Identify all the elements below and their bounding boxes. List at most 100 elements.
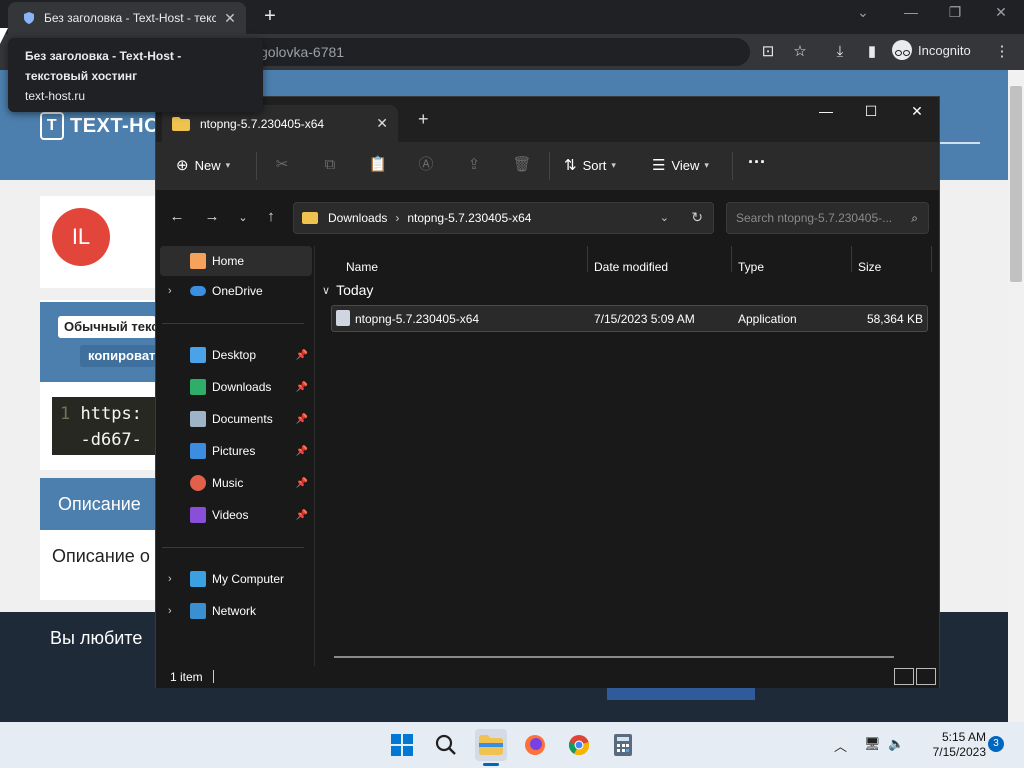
system-clock[interactable]: 5:15 AM 7/15/2023 — [916, 730, 986, 760]
sidebar-item-pictures[interactable]: Pictures 📌 — [156, 436, 312, 466]
maximize-button[interactable]: ☐ — [856, 103, 886, 120]
share-icon[interactable]: ⇪ — [463, 154, 485, 176]
large-icons-view-icon[interactable] — [916, 668, 936, 685]
volume-icon[interactable]: 🔈 — [888, 736, 904, 752]
close-button[interactable]: ✕ — [902, 103, 932, 120]
column-separator[interactable] — [587, 246, 588, 272]
recent-locations-icon[interactable]: ⌄ — [232, 211, 254, 224]
plain-text-badge[interactable]: Обычный текст — [58, 316, 156, 338]
breadcrumb-downloads[interactable]: Downloads — [328, 211, 387, 225]
copy-button[interactable]: копировать — [80, 345, 156, 367]
incognito-indicator[interactable]: Incognito — [892, 40, 971, 60]
minimize-button[interactable]: — — [811, 103, 841, 119]
chrome-taskbar-button[interactable] — [563, 729, 595, 761]
sidebar-item-home[interactable]: Home — [160, 246, 312, 276]
calculator-taskbar-button[interactable] — [607, 729, 639, 761]
back-arrow-icon[interactable]: ← — [166, 208, 188, 225]
sidebar-item-documents[interactable]: Documents 📌 — [156, 404, 312, 434]
pane-splitter[interactable] — [314, 246, 315, 666]
restore-button[interactable]: ❐ — [940, 4, 970, 21]
sidebar-item-network[interactable]: › Network — [156, 596, 312, 626]
view-button[interactable]: ☰ View ▾ — [652, 156, 709, 174]
column-header-type[interactable]: Type — [738, 260, 764, 274]
minimize-button[interactable]: — — [896, 4, 926, 20]
star-icon[interactable]: ☆ — [790, 42, 810, 62]
close-tab-icon[interactable]: ✕ — [222, 10, 238, 27]
footer-button[interactable] — [607, 686, 755, 700]
search-input[interactable]: Search ntopng-5.7.230405-... ⌕ — [726, 202, 929, 234]
sidebar-item-music[interactable]: Music 📌 — [156, 468, 312, 498]
file-explorer-taskbar-button[interactable] — [475, 729, 507, 761]
column-header-date[interactable]: Date modified — [594, 260, 668, 274]
table-row[interactable]: ntopng-5.7.230405-x64 7/15/2023 5:09 AM … — [331, 305, 928, 332]
sidebar-item-label: OneDrive — [212, 284, 263, 298]
folder-icon — [479, 735, 503, 755]
sidebar-item-downloads[interactable]: Downloads 📌 — [156, 372, 312, 402]
paste-icon[interactable]: 📋 — [367, 154, 389, 176]
shield-icon — [24, 12, 34, 24]
more-options-button[interactable]: ··· — [748, 152, 766, 173]
column-separator[interactable] — [851, 246, 852, 272]
chevron-down-icon[interactable]: ⌄ — [660, 211, 669, 224]
horizontal-scrollbar[interactable] — [334, 656, 894, 658]
column-separator[interactable] — [731, 246, 732, 272]
chevron-right-icon[interactable]: › — [168, 573, 172, 585]
translate-icon[interactable]: ⊡ — [758, 42, 778, 62]
status-bar: 1 item — [156, 666, 939, 688]
notification-badge[interactable]: 3 — [988, 736, 1004, 752]
new-tab-button[interactable]: + — [258, 5, 282, 28]
code-block: 1 https: -d667- — [52, 397, 156, 455]
sort-button[interactable]: ⇅ Sort ▾ — [564, 156, 616, 174]
sidebar-divider — [162, 547, 304, 548]
avatar[interactable]: IL — [52, 208, 110, 266]
plus-circle-icon: ⊕ — [176, 157, 189, 174]
address-bar[interactable]: Downloads › ntopng-5.7.230405-x64 ⌄ ↻ — [293, 202, 714, 234]
chevron-right-icon[interactable]: › — [168, 285, 172, 297]
file-name: ntopng-5.7.230405-x64 — [355, 312, 480, 326]
network-status-icon[interactable]: 🖥 — [864, 736, 881, 752]
home-icon — [190, 253, 206, 269]
group-header-today[interactable]: ∨ Today — [322, 282, 373, 298]
search-button[interactable] — [430, 729, 462, 761]
page-scrollbar-thumb[interactable] — [1010, 86, 1022, 282]
breadcrumb-current[interactable]: ntopng-5.7.230405-x64 — [407, 211, 531, 225]
column-separator[interactable] — [931, 246, 932, 272]
sidebar-item-onedrive[interactable]: › OneDrive — [156, 276, 312, 306]
copy-icon[interactable]: ⧉ — [319, 154, 341, 176]
column-header-name[interactable]: Name — [346, 260, 378, 274]
more-menu-icon[interactable]: ⋮ — [992, 42, 1012, 62]
refresh-icon[interactable]: ↻ — [691, 209, 703, 226]
new-label: New — [194, 157, 221, 173]
browser-tab-bar: Без заголовка - Text-Host - текс ✕ + ⌄ —… — [0, 0, 1024, 34]
sidebar-item-videos[interactable]: Videos 📌 — [156, 500, 312, 530]
new-button[interactable]: ⊕ New ▾ — [176, 156, 230, 174]
rename-icon[interactable]: Ⓐ — [415, 154, 437, 176]
details-view-icon[interactable] — [894, 668, 914, 685]
close-button[interactable]: ✕ — [986, 4, 1016, 21]
pin-icon: 📌 — [295, 477, 308, 489]
new-tab-button[interactable]: + — [418, 109, 429, 130]
browser-tab[interactable]: Без заголовка - Text-Host - текс ✕ — [8, 2, 246, 34]
file-list: Name Date modified Type Size ∨ Today nto… — [316, 246, 936, 666]
navigation-bar: ← → ⌄ ↑ Downloads › ntopng-5.7.230405-x6… — [156, 190, 939, 246]
tooltip-title-line2: текстовый хостинг — [25, 69, 138, 83]
code-line-2: -d667- — [80, 430, 142, 450]
side-panel-icon[interactable]: ▮ — [862, 42, 882, 62]
up-arrow-icon[interactable]: ↑ — [260, 208, 282, 225]
cut-icon[interactable]: ✂ — [271, 154, 293, 176]
sort-icon: ⇅ — [564, 157, 577, 174]
chevron-down-icon[interactable]: ⌄ — [848, 4, 878, 21]
download-icon[interactable]: ⤓ — [830, 42, 850, 62]
close-tab-icon[interactable]: ✕ — [376, 115, 388, 132]
delete-icon[interactable]: 🗑 — [511, 154, 533, 176]
chevron-down-icon: ▾ — [611, 159, 616, 170]
column-header-size[interactable]: Size — [858, 260, 881, 274]
sidebar-item-my-computer[interactable]: › My Computer — [156, 564, 312, 594]
sidebar-item-desktop[interactable]: Desktop 📌 — [156, 340, 312, 370]
firefox-taskbar-button[interactable] — [519, 729, 551, 761]
chevron-right-icon[interactable]: › — [168, 605, 172, 617]
file-explorer-window: ntopng-5.7.230405-x64 ✕ + — ☐ ✕ ⊕ New ▾ … — [155, 96, 940, 688]
forward-arrow-icon[interactable]: → — [201, 208, 223, 225]
chevron-up-icon[interactable]: ︿ — [834, 736, 847, 755]
start-button[interactable] — [386, 729, 418, 761]
